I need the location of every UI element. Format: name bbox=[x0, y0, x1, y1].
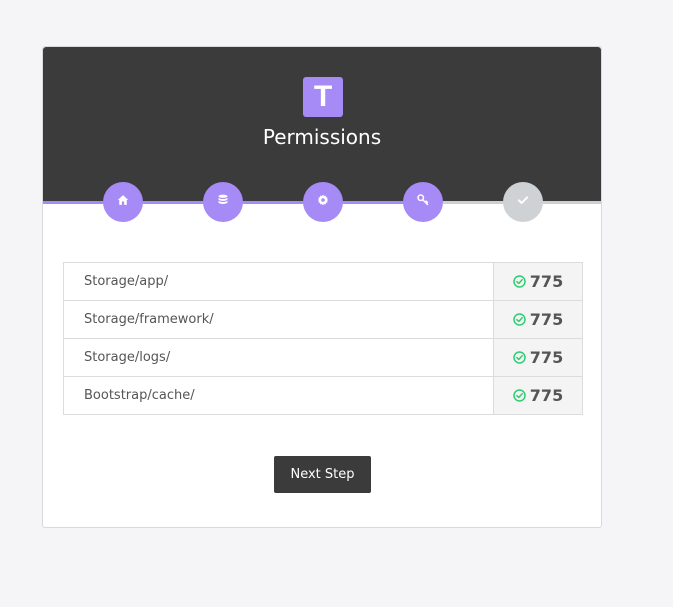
card-header: T Permissions bbox=[43, 47, 601, 202]
permission-path: Storage/logs/ bbox=[63, 338, 494, 377]
check-circle-icon bbox=[513, 389, 526, 402]
table-row: Bootstrap/cache/ 775 bbox=[63, 376, 583, 415]
step-database[interactable] bbox=[203, 182, 243, 222]
check-circle-icon bbox=[513, 275, 526, 288]
permission-value-cell: 775 bbox=[493, 376, 583, 415]
permission-value-cell: 775 bbox=[493, 300, 583, 339]
table-row: Storage/app/ 775 bbox=[63, 262, 583, 301]
table-row: Storage/framework/ 775 bbox=[63, 300, 583, 339]
permission-value-cell: 775 bbox=[493, 262, 583, 301]
permission-value: 775 bbox=[529, 272, 564, 291]
permission-value: 775 bbox=[529, 348, 564, 367]
check-circle-icon bbox=[513, 351, 526, 364]
app-logo: T bbox=[303, 77, 343, 117]
permission-path: Storage/framework/ bbox=[63, 300, 494, 339]
gear-icon bbox=[317, 193, 329, 211]
database-icon bbox=[217, 193, 229, 211]
step-finish[interactable] bbox=[503, 182, 543, 222]
next-step-button[interactable]: Next Step bbox=[274, 456, 371, 493]
check-icon bbox=[517, 193, 529, 211]
permissions-table: Storage/app/ 775 Storage/framework/ 775 … bbox=[63, 262, 583, 415]
step-settings[interactable] bbox=[303, 182, 343, 222]
logo-letter: T bbox=[313, 80, 333, 113]
home-icon bbox=[117, 193, 129, 211]
key-icon bbox=[417, 193, 429, 211]
table-row: Storage/logs/ 775 bbox=[63, 338, 583, 377]
permission-path: Storage/app/ bbox=[63, 262, 494, 301]
installer-card: T Permissions Storage/app/ 775 Storage/f… bbox=[42, 46, 602, 528]
permission-path: Bootstrap/cache/ bbox=[63, 376, 494, 415]
page-title: Permissions bbox=[262, 125, 382, 149]
permission-value: 775 bbox=[529, 310, 564, 329]
permission-value: 775 bbox=[529, 386, 564, 405]
check-circle-icon bbox=[513, 313, 526, 326]
step-key[interactable] bbox=[403, 182, 443, 222]
step-home[interactable] bbox=[103, 182, 143, 222]
permission-value-cell: 775 bbox=[493, 338, 583, 377]
